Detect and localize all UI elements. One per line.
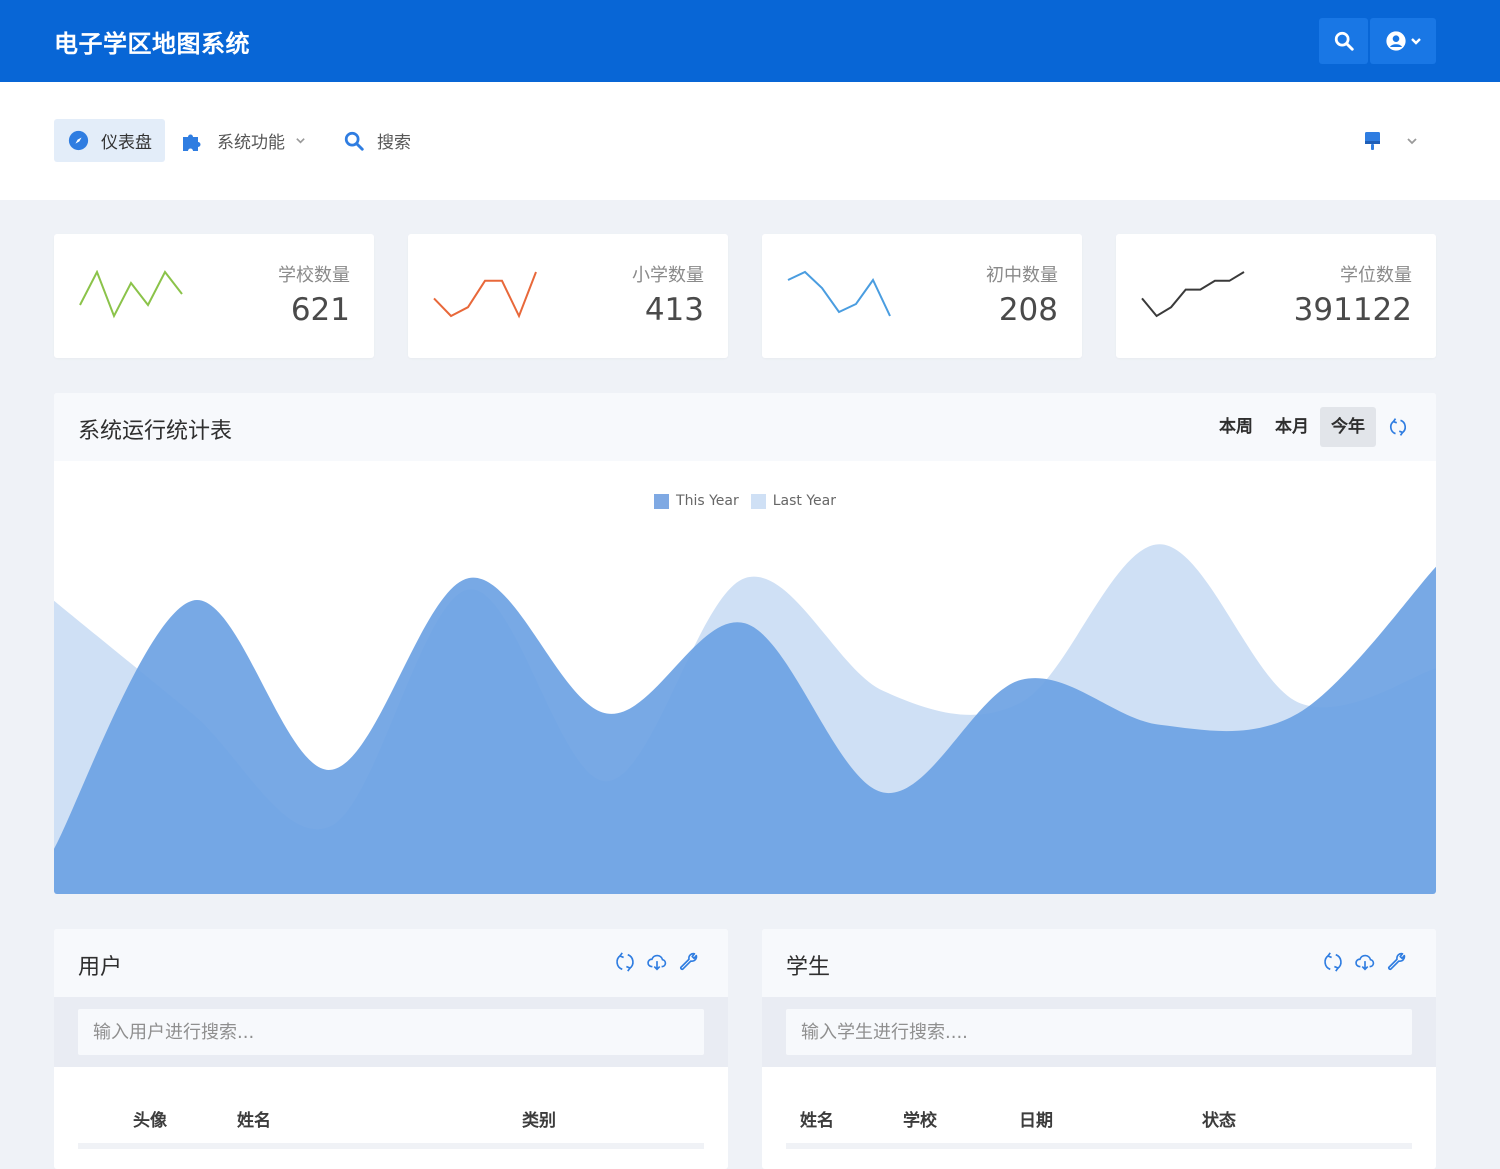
table-header-divider bbox=[786, 1143, 1412, 1149]
sparkline-chart bbox=[787, 270, 891, 317]
area-chart bbox=[54, 544, 1436, 894]
stats-chart-panel: 系统运行统计表 本周 本月 今年 This Year Last Year bbox=[54, 393, 1436, 894]
stat-label: 学位数量 bbox=[1340, 265, 1412, 286]
user-menu-button[interactable] bbox=[1370, 18, 1436, 64]
legend-swatch bbox=[654, 493, 670, 509]
nav-functions[interactable]: 系统功能 bbox=[181, 119, 318, 162]
sparkline-chart bbox=[433, 271, 537, 319]
column-header-category[interactable]: 类别 bbox=[522, 1106, 556, 1131]
panel-title: 用户 bbox=[78, 955, 123, 980]
download-button[interactable] bbox=[1354, 951, 1376, 973]
stat-value: 413 bbox=[644, 292, 704, 328]
sparkline-chart bbox=[1141, 271, 1245, 318]
panel-header: 系统运行统计表 本周 本月 今年 bbox=[54, 393, 1436, 461]
stat-label: 学校数量 bbox=[278, 265, 350, 286]
top-bar: 电子学区地图系统 bbox=[0, 0, 1500, 82]
app-title[interactable]: 电子学区地图系统 bbox=[54, 24, 250, 59]
sparkline-series bbox=[787, 270, 891, 317]
nav-dashboard-label: 仪表盘 bbox=[101, 133, 152, 153]
panel-title: 学生 bbox=[786, 955, 831, 980]
range-year-button[interactable]: 今年 bbox=[1320, 407, 1376, 447]
search-band bbox=[762, 997, 1436, 1067]
refresh-button[interactable] bbox=[1388, 417, 1408, 437]
wrench-icon bbox=[1387, 952, 1406, 971]
stat-card-seats: 学位数量 391122 bbox=[1116, 234, 1436, 358]
nav-dashboard[interactable]: 仪表盘 bbox=[54, 119, 165, 162]
stat-card-middle-schools: 初中数量 208 bbox=[762, 234, 1082, 358]
sparkline-series bbox=[79, 270, 183, 319]
sparkline-chart bbox=[79, 270, 183, 319]
stat-value: 621 bbox=[290, 292, 350, 328]
student-search-input[interactable] bbox=[786, 1009, 1412, 1055]
sparkline-series bbox=[1141, 271, 1245, 318]
chart-legend: This Year Last Year bbox=[54, 493, 1436, 509]
table-header-divider bbox=[78, 1143, 704, 1149]
search-band bbox=[54, 997, 728, 1067]
refresh-button[interactable] bbox=[614, 951, 636, 973]
column-header-avatar[interactable]: 头像 bbox=[133, 1106, 167, 1131]
legend-item-this-year[interactable]: This Year bbox=[654, 493, 739, 509]
download-button[interactable] bbox=[646, 951, 668, 973]
user-search-input[interactable] bbox=[78, 1009, 704, 1055]
column-header-date[interactable]: 日期 bbox=[1019, 1106, 1053, 1131]
cloud-download-icon bbox=[1355, 954, 1375, 971]
stat-value: 208 bbox=[998, 292, 1058, 328]
search-icon bbox=[344, 131, 364, 151]
students-panel: 学生 姓名 学校 日期 状态 bbox=[762, 929, 1436, 1169]
nav-functions-label: 系统功能 bbox=[217, 133, 285, 153]
search-icon bbox=[1334, 31, 1354, 51]
refresh-button[interactable] bbox=[1322, 951, 1344, 973]
column-header-name[interactable]: 姓名 bbox=[800, 1106, 834, 1131]
paint-brush-icon bbox=[1365, 132, 1380, 150]
legend-swatch bbox=[750, 493, 766, 509]
theme-menu[interactable] bbox=[1364, 131, 1418, 151]
top-search-button[interactable] bbox=[1319, 18, 1368, 64]
nav-bar: 仪表盘 系统功能 搜索 bbox=[0, 82, 1500, 200]
chevron-down-icon bbox=[296, 138, 305, 144]
legend-item-last-year[interactable]: Last Year bbox=[750, 493, 836, 509]
stat-label: 小学数量 bbox=[632, 265, 704, 286]
panel-header: 学生 bbox=[762, 929, 1436, 997]
stat-value: 391122 bbox=[1293, 292, 1412, 328]
column-header-name[interactable]: 姓名 bbox=[237, 1106, 271, 1131]
column-header-status[interactable]: 状态 bbox=[1202, 1106, 1236, 1131]
legend-label: Last Year bbox=[772, 493, 836, 509]
settings-button[interactable] bbox=[1386, 951, 1408, 973]
range-month-button[interactable]: 本月 bbox=[1264, 407, 1320, 447]
panel-title: 系统运行统计表 bbox=[78, 419, 233, 444]
wrench-icon bbox=[679, 952, 698, 971]
nav-search-label: 搜索 bbox=[377, 133, 411, 153]
panel-actions bbox=[1312, 951, 1408, 973]
chevron-down-icon bbox=[1410, 38, 1421, 45]
puzzle-icon bbox=[183, 134, 201, 151]
range-selector: 本周 本月 今年 bbox=[1208, 407, 1408, 447]
refresh-icon bbox=[1390, 418, 1406, 436]
stat-label: 初中数量 bbox=[986, 265, 1058, 286]
stat-card-schools: 学校数量 621 bbox=[54, 234, 374, 358]
cloud-download-icon bbox=[647, 954, 667, 971]
legend-label: This Year bbox=[676, 493, 739, 509]
panel-header: 用户 bbox=[54, 929, 728, 997]
refresh-icon bbox=[616, 952, 634, 972]
range-week-button[interactable]: 本周 bbox=[1208, 407, 1264, 447]
settings-button[interactable] bbox=[678, 951, 700, 973]
column-header-school[interactable]: 学校 bbox=[903, 1106, 937, 1131]
compass-icon bbox=[68, 130, 89, 151]
user-circle-icon bbox=[1385, 31, 1406, 51]
panel-actions bbox=[604, 951, 700, 973]
users-panel: 用户 头像 姓名 类别 bbox=[54, 929, 728, 1169]
chevron-down-icon bbox=[1407, 138, 1417, 145]
stat-card-primary-schools: 小学数量 413 bbox=[408, 234, 728, 358]
refresh-icon bbox=[1324, 952, 1342, 972]
nav-search[interactable]: 搜索 bbox=[343, 119, 411, 162]
sparkline-series bbox=[433, 271, 537, 319]
